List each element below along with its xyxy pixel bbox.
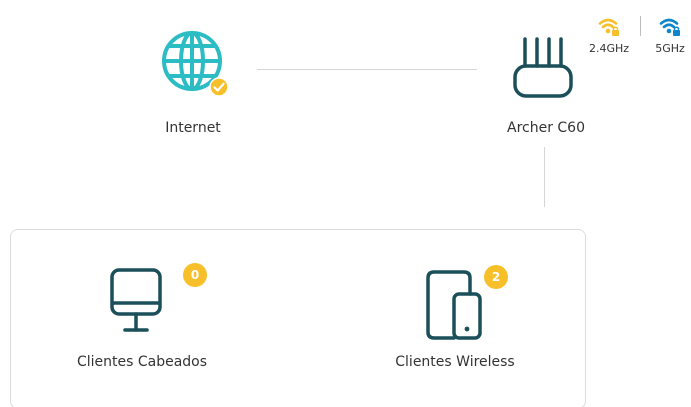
check-badge-icon bbox=[209, 77, 229, 97]
wired-clients-label: Clientes Cabeados bbox=[76, 354, 208, 370]
wired-clients-count-badge: 0 bbox=[183, 263, 207, 287]
wifi-band-label: 5GHz bbox=[655, 42, 685, 55]
tablet-phone-icon bbox=[426, 270, 482, 340]
wifi-band-5ghz[interactable]: 5GHz bbox=[647, 15, 691, 55]
internet-router-connector bbox=[257, 69, 477, 70]
internet-node[interactable] bbox=[160, 28, 232, 98]
desktop-monitor-icon bbox=[110, 268, 162, 332]
clients-panel bbox=[10, 229, 586, 407]
router-node[interactable] bbox=[509, 36, 581, 100]
router-label: Archer C60 bbox=[506, 120, 586, 136]
wifi-lock-icon bbox=[659, 18, 680, 36]
router-icon bbox=[513, 37, 573, 98]
wifi-band-label: 2.4GHz bbox=[588, 42, 630, 55]
wifi-lock-icon bbox=[598, 18, 619, 36]
wireless-clients-label: Clientes Wireless bbox=[395, 354, 515, 370]
wired-clients-node[interactable] bbox=[108, 266, 168, 342]
wifi-separator bbox=[640, 16, 641, 36]
wifi-band-24ghz[interactable]: 2.4GHz bbox=[586, 15, 632, 55]
internet-label: Internet bbox=[165, 120, 221, 136]
router-clients-connector bbox=[544, 147, 545, 207]
network-map: Internet Archer C60 2.4GHz 5GHz 0 Client… bbox=[0, 0, 691, 407]
wireless-clients-node[interactable] bbox=[424, 268, 488, 344]
wireless-clients-count-badge: 2 bbox=[484, 265, 508, 289]
